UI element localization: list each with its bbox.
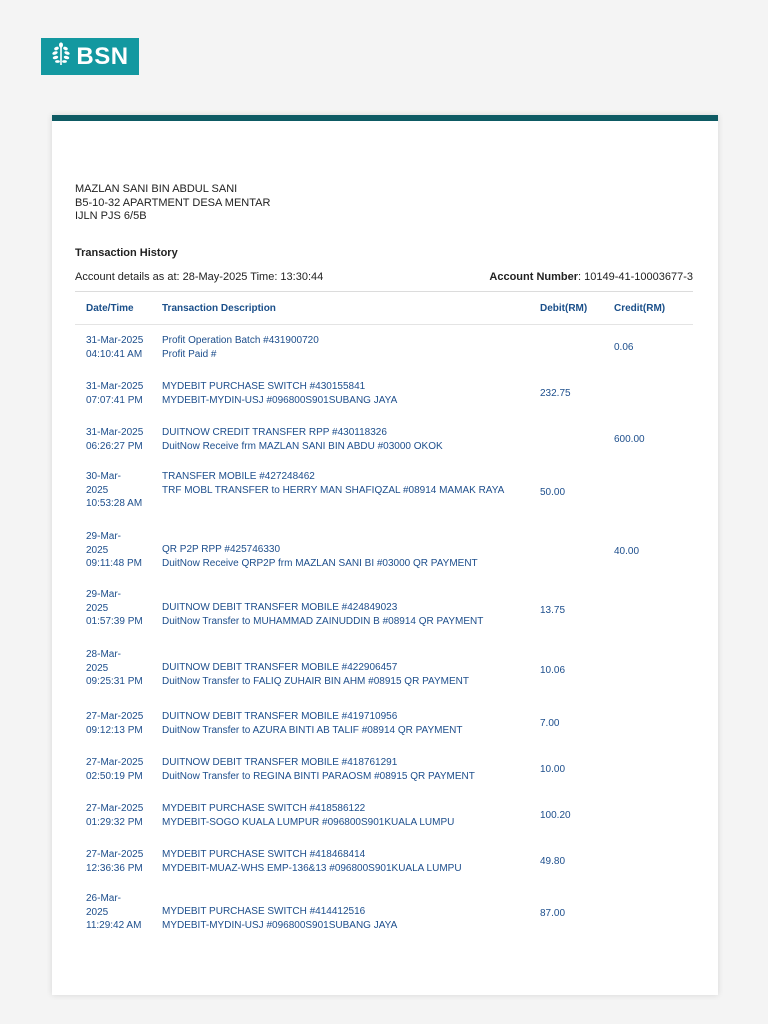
table-body: 31-Mar-2025 04:10:41 AM Profit Operation … (75, 325, 693, 943)
row-description-line-1: DUITNOW DEBIT TRANSFER MOBILE #418761291 (162, 757, 398, 768)
row-date: 28-Mar- 2025 09:25:31 PM (86, 649, 143, 687)
row-description: DUITNOW DEBIT TRANSFER MOBILE #422906457… (162, 641, 540, 688)
row-description-line-1: Profit Operation Batch #431900720 (162, 335, 319, 346)
row-description-line-1: QR P2P RPP #425746330 (162, 544, 281, 555)
account-number-label: Account Number (489, 271, 579, 283)
table-row: 26-Mar- 2025 11:29:42 AM MYDEBIT PURCHASE… (75, 885, 693, 943)
row-credit: 40.00 (614, 546, 640, 558)
row-debit: 50.00 (540, 487, 566, 499)
table-row: 31-Mar-2025 06:26:27 PM DUITNOW CREDIT TR… (75, 417, 693, 463)
customer-name: MAZLAN SANI BIN ABDUL SANI (75, 183, 238, 195)
row-description-line-1: MYDEBIT PURCHASE SWITCH #418468414 (162, 849, 366, 860)
account-details-text: Account details as at: 28-May-2025 Time:… (75, 271, 324, 283)
header-credit: Credit(RM) (614, 302, 666, 314)
row-description: QR P2P RPP #425746330 DuitNow Receive QRP… (162, 523, 540, 570)
row-credit: 0.06 (614, 342, 634, 354)
table-header: Date/Time Transaction Description Debit(… (75, 291, 693, 325)
row-date: 27-Mar-2025 09:12:13 PM (86, 711, 144, 736)
row-description-line-2: DuitNow Transfer to REGINA BINTI PARAOSM… (162, 770, 475, 782)
table-row: 30-Mar- 2025 10:53:28 AM TRANSFER MOBILE … (75, 463, 693, 523)
row-description: MYDEBIT PURCHASE SWITCH #418468414 MYDEBI… (162, 839, 540, 875)
section-title: Transaction History (75, 247, 178, 259)
row-description: MYDEBIT PURCHASE SWITCH #414412516 MYDEBI… (162, 885, 540, 932)
row-description: MYDEBIT PURCHASE SWITCH #430155841 MYDEBI… (162, 371, 540, 407)
header-debit: Debit(RM) (540, 302, 588, 314)
row-date: 26-Mar- 2025 11:29:42 AM (86, 893, 142, 931)
row-description-line-2: MYDEBIT-MUAZ-WHS EMP-136&13 #096800S901K… (162, 862, 462, 874)
row-description-line-1: DUITNOW DEBIT TRANSFER MOBILE #424849023 (162, 602, 398, 613)
row-description-line-2: DuitNow Receive frm MAZLAN SANI BIN ABDU… (162, 440, 443, 452)
row-description-line-1: DUITNOW CREDIT TRANSFER RPP #430118326 (162, 427, 387, 438)
row-debit: 49.80 (540, 856, 566, 868)
table-row: 27-Mar-2025 12:36:36 PM MYDEBIT PURCHASE … (75, 839, 693, 885)
header-description: Transaction Description (162, 302, 276, 314)
row-description-line-2: DuitNow Receive QRP2P frm MAZLAN SANI BI… (162, 557, 478, 569)
row-description: DUITNOW CREDIT TRANSFER RPP #430118326 Du… (162, 417, 540, 453)
row-date: 31-Mar-2025 04:10:41 AM (86, 335, 144, 360)
brand-name: BSN (76, 42, 129, 70)
account-number-block: Account Number: 10149-41-10003677-3 (489, 271, 693, 283)
bsn-logo: BSN (41, 38, 139, 75)
row-description-line-1: MYDEBIT PURCHASE SWITCH #430155841 (162, 381, 366, 392)
row-debit: 10.00 (540, 764, 566, 776)
table-row: 27-Mar-2025 09:12:13 PM DUITNOW DEBIT TRA… (75, 701, 693, 747)
row-date: 29-Mar- 2025 09:11:48 PM (86, 531, 142, 569)
row-description: DUITNOW DEBIT TRANSFER MOBILE #419710956… (162, 701, 540, 737)
table-row: 31-Mar-2025 04:10:41 AM Profit Operation … (75, 325, 693, 371)
row-date: 31-Mar-2025 06:26:27 PM (86, 427, 144, 452)
row-debit: 13.75 (540, 605, 566, 617)
row-description-line-1: DUITNOW DEBIT TRANSFER MOBILE #419710956 (162, 711, 398, 722)
row-description-line-2: Profit Paid # (162, 348, 217, 360)
row-description-line-2: DuitNow Transfer to AZURA BINTI AB TALIF… (162, 724, 463, 736)
row-credit: 600.00 (614, 434, 645, 446)
row-description: DUITNOW DEBIT TRANSFER MOBILE #424849023… (162, 581, 540, 628)
account-details-line: Account details as at: 28-May-2025 Time:… (75, 271, 693, 283)
row-debit: 232.75 (540, 388, 571, 400)
account-number-value: : 10149-41-10003677-3 (578, 271, 693, 283)
row-description-line-2: MYDEBIT-MYDIN-USJ #096800S901SUBANG JAYA (162, 919, 398, 931)
row-description: TRANSFER MOBILE #427248462 TRF MOBL TRANS… (162, 463, 540, 497)
row-date: 29-Mar- 2025 01:57:39 PM (86, 589, 143, 627)
row-description-line-2: DuitNow Transfer to FALIQ ZUHAIR BIN AHM… (162, 675, 469, 687)
row-debit: 10.06 (540, 665, 566, 677)
row-date: 27-Mar-2025 12:36:36 PM (86, 849, 144, 874)
table-row: 31-Mar-2025 07:07:41 PM MYDEBIT PURCHASE … (75, 371, 693, 417)
header-date: Date/Time (86, 302, 134, 314)
tree-icon (51, 42, 71, 71)
address-line-1: B5-10-32 APARTMENT DESA MENTAR (75, 196, 271, 209)
row-description-line-1: MYDEBIT PURCHASE SWITCH #418586122 (162, 803, 366, 814)
row-description-line-1: DUITNOW DEBIT TRANSFER MOBILE #422906457 (162, 662, 398, 673)
row-date: 31-Mar-2025 07:07:41 PM (86, 381, 144, 406)
row-date: 27-Mar-2025 02:50:19 PM (86, 757, 144, 782)
table-row: 29-Mar- 2025 09:11:48 PM QR P2P RPP #4257… (75, 523, 693, 581)
table-row: 27-Mar-2025 02:50:19 PM DUITNOW DEBIT TRA… (75, 747, 693, 793)
table-row: 29-Mar- 2025 01:57:39 PM DUITNOW DEBIT TR… (75, 581, 693, 641)
row-debit: 87.00 (540, 908, 566, 920)
row-description-line-2: MYDEBIT-MYDIN-USJ #096800S901SUBANG JAYA (162, 394, 398, 406)
statement-sheet: MAZLAN SANI BIN ABDUL SANI B5-10-32 APAR… (52, 115, 718, 995)
row-description-line-2: MYDEBIT-SOGO KUALA LUMPUR #096800S901KUA… (162, 816, 455, 828)
customer-address-block: MAZLAN SANI BIN ABDUL SANI B5-10-32 APAR… (75, 183, 270, 224)
row-date: 27-Mar-2025 01:29:32 PM (86, 803, 144, 828)
row-description: Profit Operation Batch #431900720 Profit … (162, 325, 540, 361)
row-description-line-2: TRF MOBL TRANSFER to HERRY MAN SHAFIQZAL… (162, 484, 505, 496)
row-date: 30-Mar- 2025 10:53:28 AM (86, 471, 143, 509)
transaction-table: Date/Time Transaction Description Debit(… (75, 291, 693, 943)
row-description: DUITNOW DEBIT TRANSFER MOBILE #418761291… (162, 747, 540, 783)
address-line-2: IJLN PJS 6/5B (75, 210, 147, 222)
row-description-line-2: DuitNow Transfer to MUHAMMAD ZAINUDDIN B… (162, 615, 484, 627)
table-row: 28-Mar- 2025 09:25:31 PM DUITNOW DEBIT TR… (75, 641, 693, 701)
row-description-line-1: TRANSFER MOBILE #427248462 (162, 471, 315, 482)
row-debit: 100.20 (540, 810, 571, 822)
row-description: MYDEBIT PURCHASE SWITCH #418586122 MYDEBI… (162, 793, 540, 829)
row-debit: 7.00 (540, 718, 560, 730)
row-description-line-1: MYDEBIT PURCHASE SWITCH #414412516 (162, 906, 366, 917)
table-row: 27-Mar-2025 01:29:32 PM MYDEBIT PURCHASE … (75, 793, 693, 839)
